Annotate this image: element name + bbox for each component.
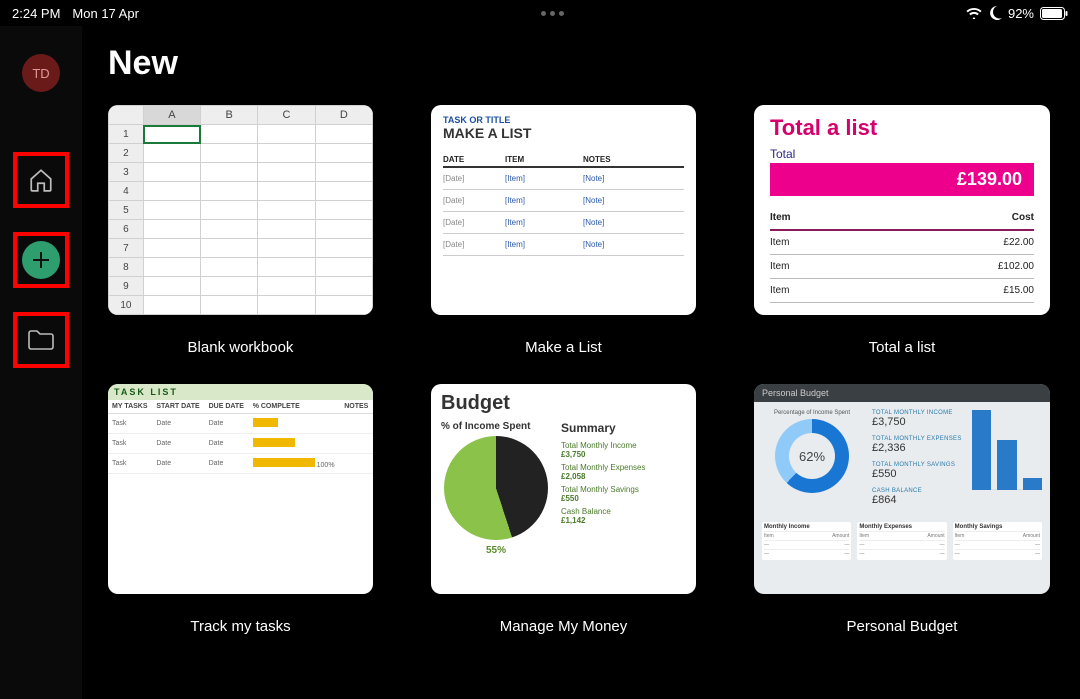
do-not-disturb-icon <box>988 6 1002 20</box>
donut-chart-icon: 62% <box>775 419 849 493</box>
template-thumb: Budget % of Income Spent 55% Summary <box>431 384 696 594</box>
sidebar: TD <box>0 26 82 699</box>
bar-chart-icon <box>972 410 1042 490</box>
template-thumb: TASK LIST MY TASKS START DATE DUE DATE %… <box>108 384 373 594</box>
template-thumb: TASK OR TITLE MAKE A LIST DATE ITEM NOTE… <box>431 105 696 315</box>
template-thumb: A B C D 1 2 3 4 5 6 7 8 <box>108 105 373 315</box>
template-personal-budget[interactable]: Personal Budget Percentage of Income Spe… <box>754 384 1050 635</box>
plus-icon <box>31 250 51 270</box>
template-label: Make a List <box>525 339 602 356</box>
battery-percent: 92% <box>1008 6 1034 21</box>
page-title: New <box>108 44 1050 83</box>
template-track-my-tasks[interactable]: TASK LIST MY TASKS START DATE DUE DATE %… <box>108 384 373 635</box>
template-make-a-list[interactable]: TASK OR TITLE MAKE A LIST DATE ITEM NOTE… <box>431 105 696 356</box>
template-label: Blank workbook <box>188 339 294 356</box>
nav-home-button[interactable] <box>13 152 69 208</box>
nav-new-button[interactable] <box>13 232 69 288</box>
status-bar: 2:24 PM Mon 17 Apr 92% <box>0 0 1080 26</box>
template-thumb: Total a list Total £139.00 ItemCost Item… <box>754 105 1050 315</box>
template-manage-my-money[interactable]: Budget % of Income Spent 55% Summary <box>431 384 696 635</box>
template-blank-workbook[interactable]: A B C D 1 2 3 4 5 6 7 8 <box>108 105 373 356</box>
template-label: Track my tasks <box>190 618 290 635</box>
template-thumb: Personal Budget Percentage of Income Spe… <box>754 384 1050 594</box>
status-date: Mon 17 Apr <box>72 6 139 21</box>
template-label: Total a list <box>869 339 936 356</box>
template-grid: A B C D 1 2 3 4 5 6 7 8 <box>108 105 1050 635</box>
home-icon <box>28 167 54 193</box>
status-time: 2:24 PM <box>12 6 60 21</box>
template-label: Manage My Money <box>500 618 628 635</box>
page-indicator <box>139 11 966 16</box>
template-total-a-list[interactable]: Total a list Total £139.00 ItemCost Item… <box>754 105 1050 356</box>
pie-chart-icon <box>444 436 548 540</box>
nav-open-button[interactable] <box>13 312 69 368</box>
template-label: Personal Budget <box>847 618 958 635</box>
avatar-initials: TD <box>32 66 49 81</box>
avatar[interactable]: TD <box>22 54 60 92</box>
main: New A B C D 1 <box>82 26 1080 699</box>
wifi-icon <box>966 7 982 19</box>
folder-icon <box>27 329 55 351</box>
battery-icon <box>1040 7 1068 20</box>
